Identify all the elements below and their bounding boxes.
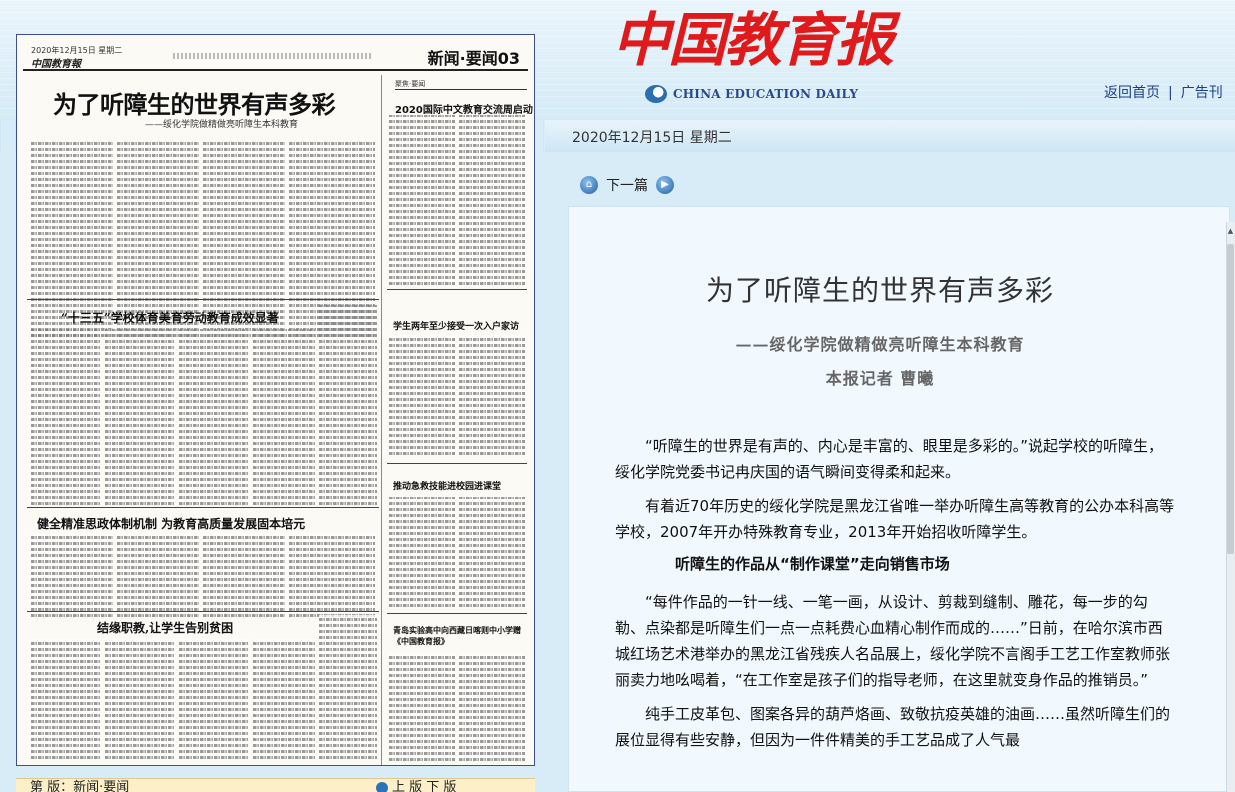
home-link[interactable]: 返回首页	[1104, 85, 1160, 101]
paper-subheadline: ——绥化学院做精做亮听障生本科教育	[145, 120, 299, 130]
link-separator: |	[1168, 85, 1173, 101]
paper-text-block	[289, 533, 375, 617]
paper-text-block	[253, 329, 315, 505]
paper-side-tag: 聚焦·要闻	[395, 79, 527, 90]
paper-rule	[387, 613, 527, 614]
paper-header: 2020年12月15日 星期二 中国教育報 新闻·要闻03	[23, 41, 528, 71]
paper-rule	[387, 289, 527, 290]
page-switch-label[interactable]: 上 版 下 版	[392, 780, 456, 792]
paper-section: 新闻·要闻03	[427, 49, 520, 68]
paper-headline-3[interactable]: 学生两年至少接受一次入户家访	[393, 319, 519, 332]
paper-text-block	[389, 653, 455, 761]
paper-headline-5[interactable]: 推动急救技能进校园进课堂	[393, 479, 501, 492]
scrollbar-thumb[interactable]	[1227, 244, 1234, 554]
paper-column-rule	[381, 75, 382, 765]
article-nav: ⌂ 下一篇 ▶	[580, 174, 674, 196]
paper-text-block	[31, 329, 101, 505]
home-icon[interactable]: ⌂	[580, 176, 598, 194]
article-title: 为了听障生的世界有声多彩	[705, 274, 1054, 307]
article-body: “听障生的世界是有声的、内心是丰富的、眼里是多彩的。”说起学校的听障生，绥化学院…	[615, 433, 1175, 761]
paper-text-block	[31, 141, 113, 337]
article-section-heading: 听障生的作品从“制作课堂”走向销售市场	[675, 555, 950, 573]
paper-text-block	[389, 335, 455, 455]
paper-text-block	[31, 533, 113, 617]
paper-text-block	[179, 329, 249, 505]
paper-text-block	[179, 639, 249, 759]
paper-text-block	[389, 497, 455, 607]
newspaper-page[interactable]: 2020年12月15日 星期二 中国教育報 新闻·要闻03 为了听障生的世界有声…	[16, 34, 535, 766]
article-panel: 为了听障生的世界有声多彩 ——绥化学院做精做亮听障生本科教育 本报记者 曹曦 “…	[568, 206, 1230, 792]
ad-link[interactable]: 广告刊	[1181, 85, 1223, 101]
paper-text-block	[459, 335, 525, 455]
paper-text-block	[105, 329, 175, 505]
paper-rule	[27, 507, 379, 508]
paper-text-block	[459, 115, 525, 285]
paper-text-block	[117, 141, 199, 337]
paper-side-headline[interactable]: 2020国际中文教育交流周启动	[395, 101, 533, 116]
paper-headline-4[interactable]: 健全精准思政体制机制 为教育高质量发展固本培元	[37, 515, 305, 532]
next-arrow-icon[interactable]: ▶	[656, 176, 674, 194]
paper-rule	[387, 463, 527, 464]
paper-text-block	[459, 497, 525, 607]
paper-headline-7[interactable]: 青岛实验高中向西藏日喀则中小学赠《中国教育报》	[393, 625, 525, 647]
page-nav-bar: 第 版：新闻·要闻 上 版 下 版	[16, 778, 535, 792]
current-page-label: 第 版：新闻·要闻	[30, 780, 130, 792]
paper-masthead: 中国教育報	[31, 59, 81, 70]
article-paragraph: “每件作品的一针一线、一笔一画，从设计、剪裁到缝制、雕花，每一步的勾勒、点染都是…	[615, 593, 1171, 689]
paper-text-block	[389, 115, 455, 285]
article-paragraph: “听障生的世界是有声的、内心是丰富的、眼里是多彩的。”说起学校的听障生，绥化学院…	[615, 437, 1164, 481]
paper-text-block	[31, 639, 101, 759]
paper-header-dots	[173, 53, 373, 59]
paper-text-block	[203, 141, 285, 337]
paper-text-block	[253, 639, 315, 759]
paper-headline-2[interactable]: “十三五”学校体育美育劳动教育成效显著	[61, 309, 279, 326]
logo-swoosh-icon	[645, 85, 667, 103]
paper-text-block	[117, 533, 199, 617]
article-paragraph: 纯手工皮革包、图案各异的葫芦烙画、致敬抗疫英雄的油画……虽然听障生们的展位显得有…	[615, 705, 1171, 749]
logo-en-text: CHINA EDUCATION DAILY	[673, 87, 859, 101]
paper-rule	[27, 299, 379, 300]
paper-rule	[27, 611, 379, 612]
logo-cn[interactable]: 中国教育报	[612, 2, 894, 78]
next-article-link[interactable]: 下一篇	[606, 175, 648, 195]
paper-text-block	[319, 305, 377, 505]
article-subtitle: ——绥化学院做精做亮听障生本科教育	[735, 335, 1025, 354]
article-paragraph: 有着近70年历史的绥化学院是黑龙江省唯一举办听障生高等教育的公办本科高等学校，2…	[615, 497, 1175, 541]
paper-text-block	[459, 653, 525, 761]
paper-text-block	[105, 639, 175, 759]
paper-headline-6[interactable]: 结缘职教,让学生告别贫困	[97, 619, 233, 636]
article-byline: 本报记者 曹曦	[825, 369, 935, 388]
page-switch[interactable]: 上 版 下 版	[372, 779, 456, 792]
scroll-up-icon[interactable]: ▲	[1227, 224, 1234, 238]
top-links: 返回首页 | 广告刊	[1104, 82, 1223, 102]
prev-page-icon[interactable]	[376, 781, 388, 792]
paper-text-block	[319, 615, 377, 759]
date-text: 2020年12月15日 星期二	[572, 130, 732, 146]
paper-main-headline[interactable]: 为了听障生的世界有声多彩	[53, 85, 336, 120]
paper-text-block	[203, 533, 285, 617]
logo-en: CHINA EDUCATION DAILY	[645, 83, 858, 105]
